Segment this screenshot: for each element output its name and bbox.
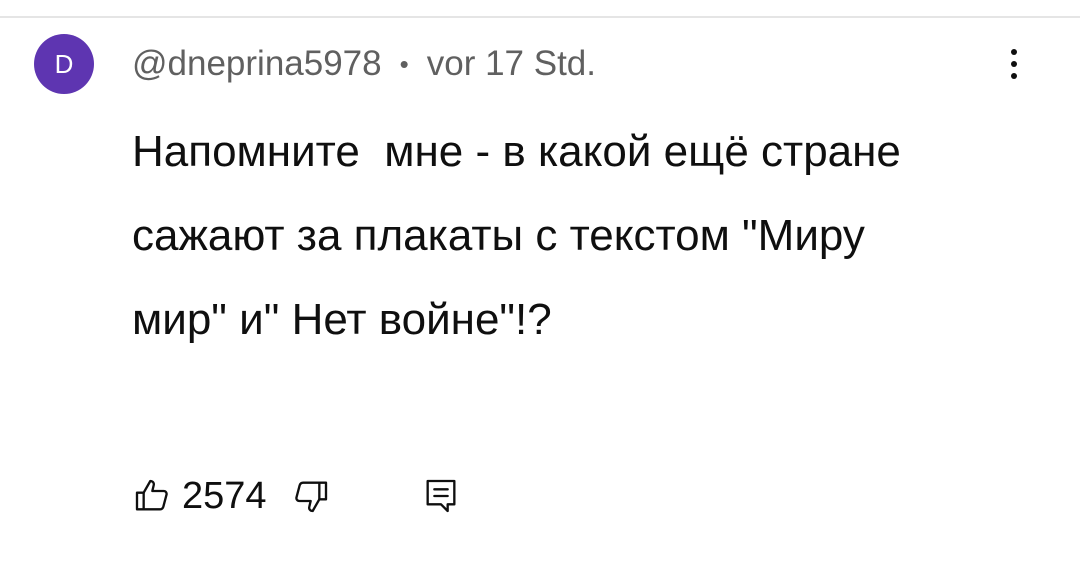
more-vert-icon-dot (1011, 61, 1017, 67)
thumb-down-icon (294, 481, 327, 513)
avatar[interactable]: D (34, 34, 94, 94)
comment-reply-icon (426, 479, 456, 513)
more-options-button[interactable] (996, 40, 1032, 88)
avatar-letter: D (54, 48, 74, 79)
top-divider (0, 16, 1080, 18)
dislike-button[interactable] (291, 476, 331, 516)
username[interactable]: @dneprina5978 (132, 44, 382, 84)
reply-button[interactable] (421, 476, 461, 516)
meta-separator: • (399, 48, 409, 79)
thumb-up-icon (135, 479, 168, 511)
timestamp[interactable]: vor 17 Std. (427, 44, 596, 84)
comment-actions: 2574 (132, 470, 461, 522)
like-count: 2574 (182, 474, 267, 517)
more-vert-icon-dot (1011, 73, 1017, 79)
more-vert-icon-dot (1011, 49, 1017, 55)
comment-header: @dneprina5978 • vor 17 Std. (132, 40, 596, 88)
like-button[interactable]: 2574 (132, 475, 267, 518)
comment-text: Напомните мне - в какой ещё стране сажаю… (132, 127, 914, 344)
